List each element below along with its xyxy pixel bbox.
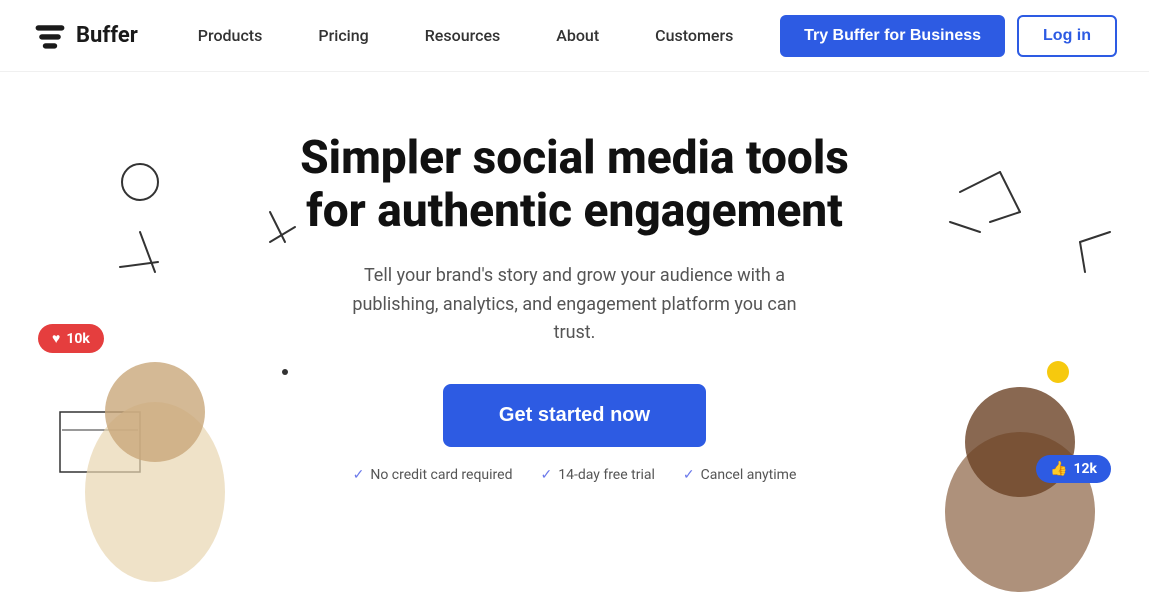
nav-links: Products Pricing Resources About Custome…: [170, 26, 780, 45]
hero-subtitle: Tell your brand's story and grow your au…: [335, 262, 815, 348]
buffer-logo-icon: [32, 18, 68, 54]
get-started-button[interactable]: Get started now: [443, 384, 706, 447]
check-label-2: 14-day free trial: [558, 467, 655, 483]
like-badge-right: 👍 12k: [1036, 455, 1111, 483]
hero-section: Simpler social media tools for authentic…: [0, 72, 1149, 593]
nav-pricing[interactable]: Pricing: [290, 26, 396, 45]
check-no-credit-card: ✓ No credit card required: [353, 467, 513, 483]
navigation: Buffer Products Pricing Resources About …: [0, 0, 1149, 72]
logo-link[interactable]: Buffer: [32, 18, 138, 54]
nav-resources[interactable]: Resources: [397, 26, 529, 45]
nav-products[interactable]: Products: [170, 26, 291, 45]
like-badge-left: ♥ 10k: [38, 324, 104, 353]
check-label-1: No credit card required: [370, 467, 512, 483]
try-buffer-button[interactable]: Try Buffer for Business: [780, 15, 1005, 57]
logo-text: Buffer: [76, 23, 138, 48]
nav-customers[interactable]: Customers: [627, 26, 761, 45]
nav-about[interactable]: About: [528, 26, 627, 45]
like-count-left: 10k: [66, 331, 90, 347]
nav-actions: Try Buffer for Business Log in: [780, 15, 1117, 57]
check-label-3: Cancel anytime: [701, 467, 797, 483]
login-button[interactable]: Log in: [1017, 15, 1117, 57]
check-free-trial: ✓ 14-day free trial: [540, 467, 654, 483]
hero-checks: ✓ No credit card required ✓ 14-day free …: [353, 467, 797, 483]
yellow-dot-decoration: [1047, 361, 1069, 383]
hero-title: Simpler social media tools for authentic…: [295, 132, 855, 238]
like-icon-left: ♥: [52, 330, 60, 347]
check-icon-3: ✓: [683, 467, 695, 483]
check-cancel-anytime: ✓ Cancel anytime: [683, 467, 796, 483]
like-count-right: 12k: [1073, 461, 1097, 477]
like-icon-right: 👍: [1050, 461, 1067, 477]
check-icon-1: ✓: [353, 467, 365, 483]
check-icon-2: ✓: [540, 467, 552, 483]
